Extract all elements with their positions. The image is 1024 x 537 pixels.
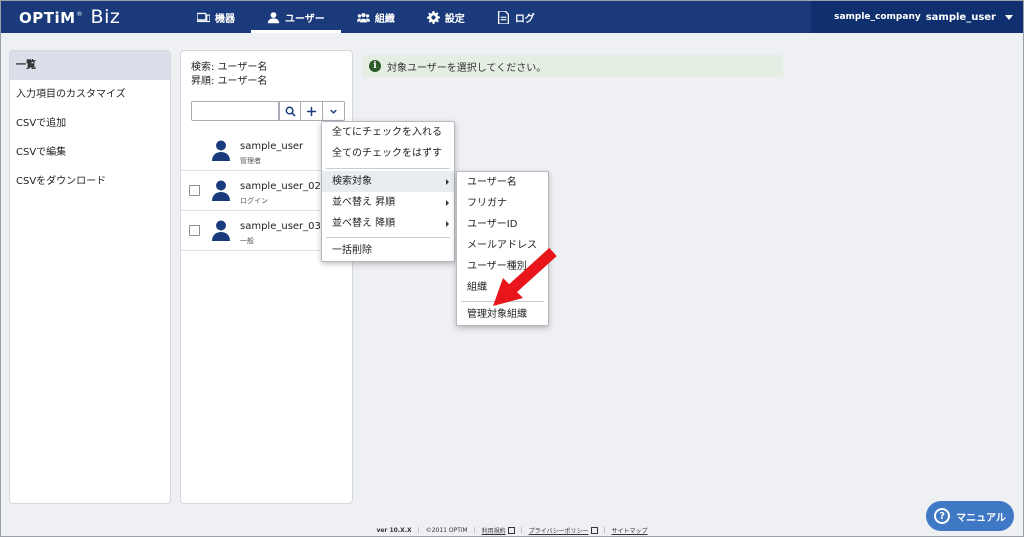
manual-button-label: マニュアル — [956, 512, 1006, 524]
user-avatar-icon — [212, 220, 230, 241]
add-user-button[interactable] — [301, 101, 323, 121]
footer-separator: | — [603, 526, 606, 534]
optim-biz-logo[interactable]: OPTiM ® Biz — [19, 6, 120, 28]
account-menu[interactable]: sample_company sample_user — [811, 1, 1023, 33]
nav-tab-settings[interactable]: 設定 — [411, 1, 481, 33]
sidebar-item-list[interactable]: 一覧 — [10, 51, 170, 80]
sidebar-item-csv-download[interactable]: CSVをダウンロード — [10, 167, 170, 196]
menu-item-sort-ascending[interactable]: 並べ替え 昇順 — [322, 192, 454, 213]
account-user: sample_user — [925, 11, 996, 23]
user-name: sample_user — [240, 141, 304, 152]
privacy-link-label: プライバシーポリシー — [528, 527, 589, 535]
app-frame: OPTiM ® Biz 機器 ユーザー 組織 設定 ログ sample_comp… — [0, 0, 1024, 537]
user-checkbox[interactable] — [189, 225, 200, 236]
search-icon — [285, 106, 296, 117]
external-link-icon — [507, 526, 515, 534]
more-options-button[interactable] — [323, 101, 345, 121]
submenu-item-user-id[interactable]: ユーザーID — [457, 214, 548, 235]
user-role: 一般 — [240, 237, 254, 245]
user-checkbox[interactable] — [189, 185, 200, 196]
search-target-text: 検索: ユーザー名 — [191, 62, 268, 73]
info-icon: i — [369, 60, 381, 72]
caret-down-icon — [1005, 14, 1013, 20]
nav-tab-users[interactable]: ユーザー — [251, 1, 341, 33]
main-nav: 機器 ユーザー 組織 設定 ログ — [181, 1, 551, 33]
menu-item-label: 並べ替え 昇順 — [332, 197, 396, 208]
organization-icon — [356, 12, 370, 22]
nav-tab-label: 機器 — [215, 13, 235, 25]
options-dropdown-menu: 全てにチェックを入れる 全てのチェックをはずす 検索対象 並べ替え 昇順 並べ替… — [321, 121, 455, 262]
user-icon — [267, 11, 280, 23]
nav-tab-devices[interactable]: 機器 — [181, 1, 251, 33]
footer-separator: | — [473, 526, 476, 534]
sidebar-item-csv-edit[interactable]: CSVで編集 — [10, 138, 170, 167]
user-avatar-icon — [212, 140, 230, 161]
user-name: sample_user_03 — [240, 221, 321, 232]
sort-order-text: 昇順: ユーザー名 — [191, 76, 268, 87]
terms-link-label: 利用規約 — [481, 527, 506, 535]
menu-item-label: 並べ替え 降順 — [332, 218, 396, 229]
user-role: 管理者 — [240, 157, 261, 165]
menu-item-label: 検索対象 — [332, 176, 372, 187]
chevron-down-icon — [330, 109, 337, 114]
submenu-item-username[interactable]: ユーザー名 — [457, 172, 548, 193]
external-link-icon — [590, 526, 598, 534]
footer-separator: | — [417, 526, 420, 534]
copyright-text: ©2011 OPTiM — [425, 526, 468, 534]
sitemap-link[interactable]: サイトマップ — [612, 526, 648, 535]
info-banner: i 対象ユーザーを選択してください。 — [362, 55, 783, 77]
version-text: ver 10.X.X — [376, 526, 412, 534]
user-avatar-icon — [212, 180, 230, 201]
document-icon — [497, 10, 509, 24]
footer-separator: | — [520, 526, 523, 534]
menu-item-check-all[interactable]: 全てにチェックを入れる — [322, 122, 454, 143]
user-role: ログイン — [240, 197, 268, 205]
submenu-item-furigana[interactable]: フリガナ — [457, 193, 548, 214]
nav-tab-label: 設定 — [444, 13, 465, 25]
logo-sub-text: Biz — [90, 6, 121, 28]
manual-button[interactable]: ? マニュアル — [926, 501, 1014, 531]
menu-item-uncheck-all[interactable]: 全てのチェックをはずす — [322, 143, 454, 164]
info-banner-message: 対象ユーザーを選択してください。 — [387, 62, 547, 74]
menu-item-sort-descending[interactable]: 並べ替え 降順 — [322, 213, 454, 234]
terms-link[interactable]: 利用規約 — [482, 526, 515, 535]
submenu-arrow-icon — [446, 200, 449, 206]
menu-item-bulk-delete[interactable]: 一括削除 — [322, 240, 454, 261]
submenu-arrow-icon — [446, 179, 449, 185]
menu-separator — [326, 168, 450, 169]
logo-registered-mark: ® — [76, 11, 83, 18]
nav-tab-label: 組織 — [374, 13, 395, 25]
nav-tab-logs[interactable]: ログ — [481, 1, 551, 33]
menu-item-search-target[interactable]: 検索対象 — [322, 171, 454, 192]
top-navigation-bar: OPTiM ® Biz 機器 ユーザー 組織 設定 ログ sample_comp… — [1, 1, 1023, 33]
sidebar-item-csv-add[interactable]: CSVで追加 — [10, 109, 170, 138]
logo-main-text: OPTiM — [19, 9, 76, 27]
sidebar-item-customize-fields[interactable]: 入力項目のカスタマイズ — [10, 80, 170, 109]
nav-tab-organization[interactable]: 組織 — [341, 1, 411, 33]
nav-tab-label: ユーザー — [285, 13, 325, 25]
red-arrow-annotation — [493, 247, 557, 306]
search-button[interactable] — [279, 101, 301, 121]
help-icon: ? — [934, 508, 951, 524]
device-icon — [197, 12, 210, 22]
sidebar: 一覧 入力項目のカスタマイズ CSVで追加 CSVで編集 CSVをダウンロード — [9, 50, 171, 504]
submenu-arrow-icon — [446, 221, 449, 227]
gear-icon — [426, 10, 440, 24]
search-sort-info: 検索: ユーザー名 昇順: ユーザー名 — [191, 61, 267, 89]
user-name: sample_user_02 — [240, 181, 321, 192]
user-list-panel: 検索: ユーザー名 昇順: ユーザー名 sample_user 管理者 samp… — [180, 50, 353, 504]
menu-separator — [326, 237, 450, 238]
nav-tab-label: ログ — [514, 13, 535, 25]
footer: ver 10.X.X | ©2011 OPTiM | 利用規約 | プライバシー… — [1, 524, 1023, 536]
user-search-input[interactable] — [191, 101, 279, 121]
privacy-link[interactable]: プライバシーポリシー — [529, 526, 598, 535]
plus-icon — [306, 106, 317, 116]
account-company: sample_company — [834, 12, 921, 22]
